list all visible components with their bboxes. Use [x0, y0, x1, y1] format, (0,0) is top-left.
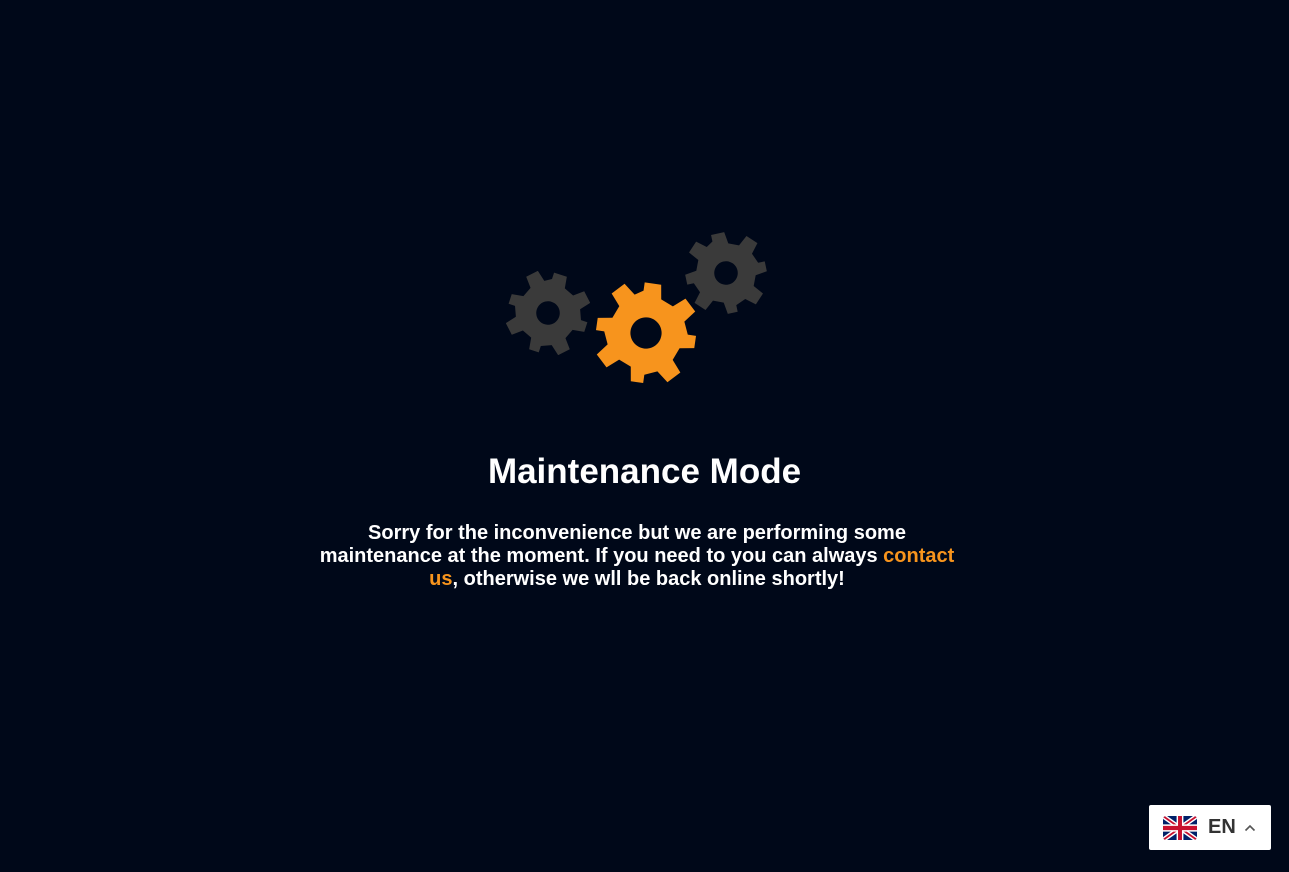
maintenance-message: Sorry for the inconvenience but we are p…	[317, 522, 957, 591]
language-code: EN	[1208, 816, 1236, 838]
gear-icon	[595, 282, 697, 384]
gears-illustration	[500, 225, 775, 390]
gear-icon	[506, 271, 590, 355]
chevron-up-icon	[1244, 824, 1255, 831]
language-switcher[interactable]: EN	[1149, 805, 1271, 850]
message-text-before: Sorry for the inconvenience but we are p…	[319, 522, 906, 567]
message-text-after: , otherwise we wll be back online shortl…	[452, 568, 845, 590]
maintenance-page: Maintenance Mode Sorry for the inconveni…	[0, 0, 1289, 872]
gear-icon	[685, 232, 767, 314]
uk-flag-icon	[1163, 815, 1197, 840]
page-title: Maintenance Mode	[487, 452, 802, 491]
